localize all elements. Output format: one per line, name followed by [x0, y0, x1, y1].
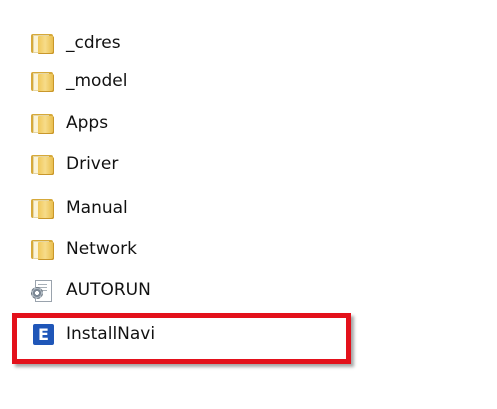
item-label: _cdres [66, 33, 121, 53]
item-label: AUTORUN [66, 280, 151, 300]
list-item-driver[interactable]: Driver [28, 150, 118, 178]
file-list: _cdres _model Apps Driver Manual Network [0, 0, 497, 409]
item-label: Network [66, 239, 137, 259]
item-label: _model [66, 71, 128, 91]
item-label: Manual [66, 198, 128, 218]
list-item-manual[interactable]: Manual [28, 194, 128, 222]
highlight-box [12, 313, 351, 364]
folder-icon [28, 237, 56, 261]
folder-icon [28, 111, 56, 135]
item-label: Apps [66, 113, 109, 133]
item-label: Driver [66, 154, 119, 174]
list-item-cdres[interactable]: _cdres [28, 29, 121, 57]
list-item-apps[interactable]: Apps [28, 109, 108, 137]
list-item-model[interactable]: _model [28, 67, 127, 95]
folder-icon [28, 31, 56, 55]
folder-icon [28, 69, 56, 93]
folder-icon [28, 152, 56, 176]
settings-file-icon [28, 278, 56, 302]
list-item-autorun[interactable]: AUTORUN [28, 276, 151, 304]
list-item-network[interactable]: Network [28, 235, 137, 263]
folder-icon [28, 196, 56, 220]
